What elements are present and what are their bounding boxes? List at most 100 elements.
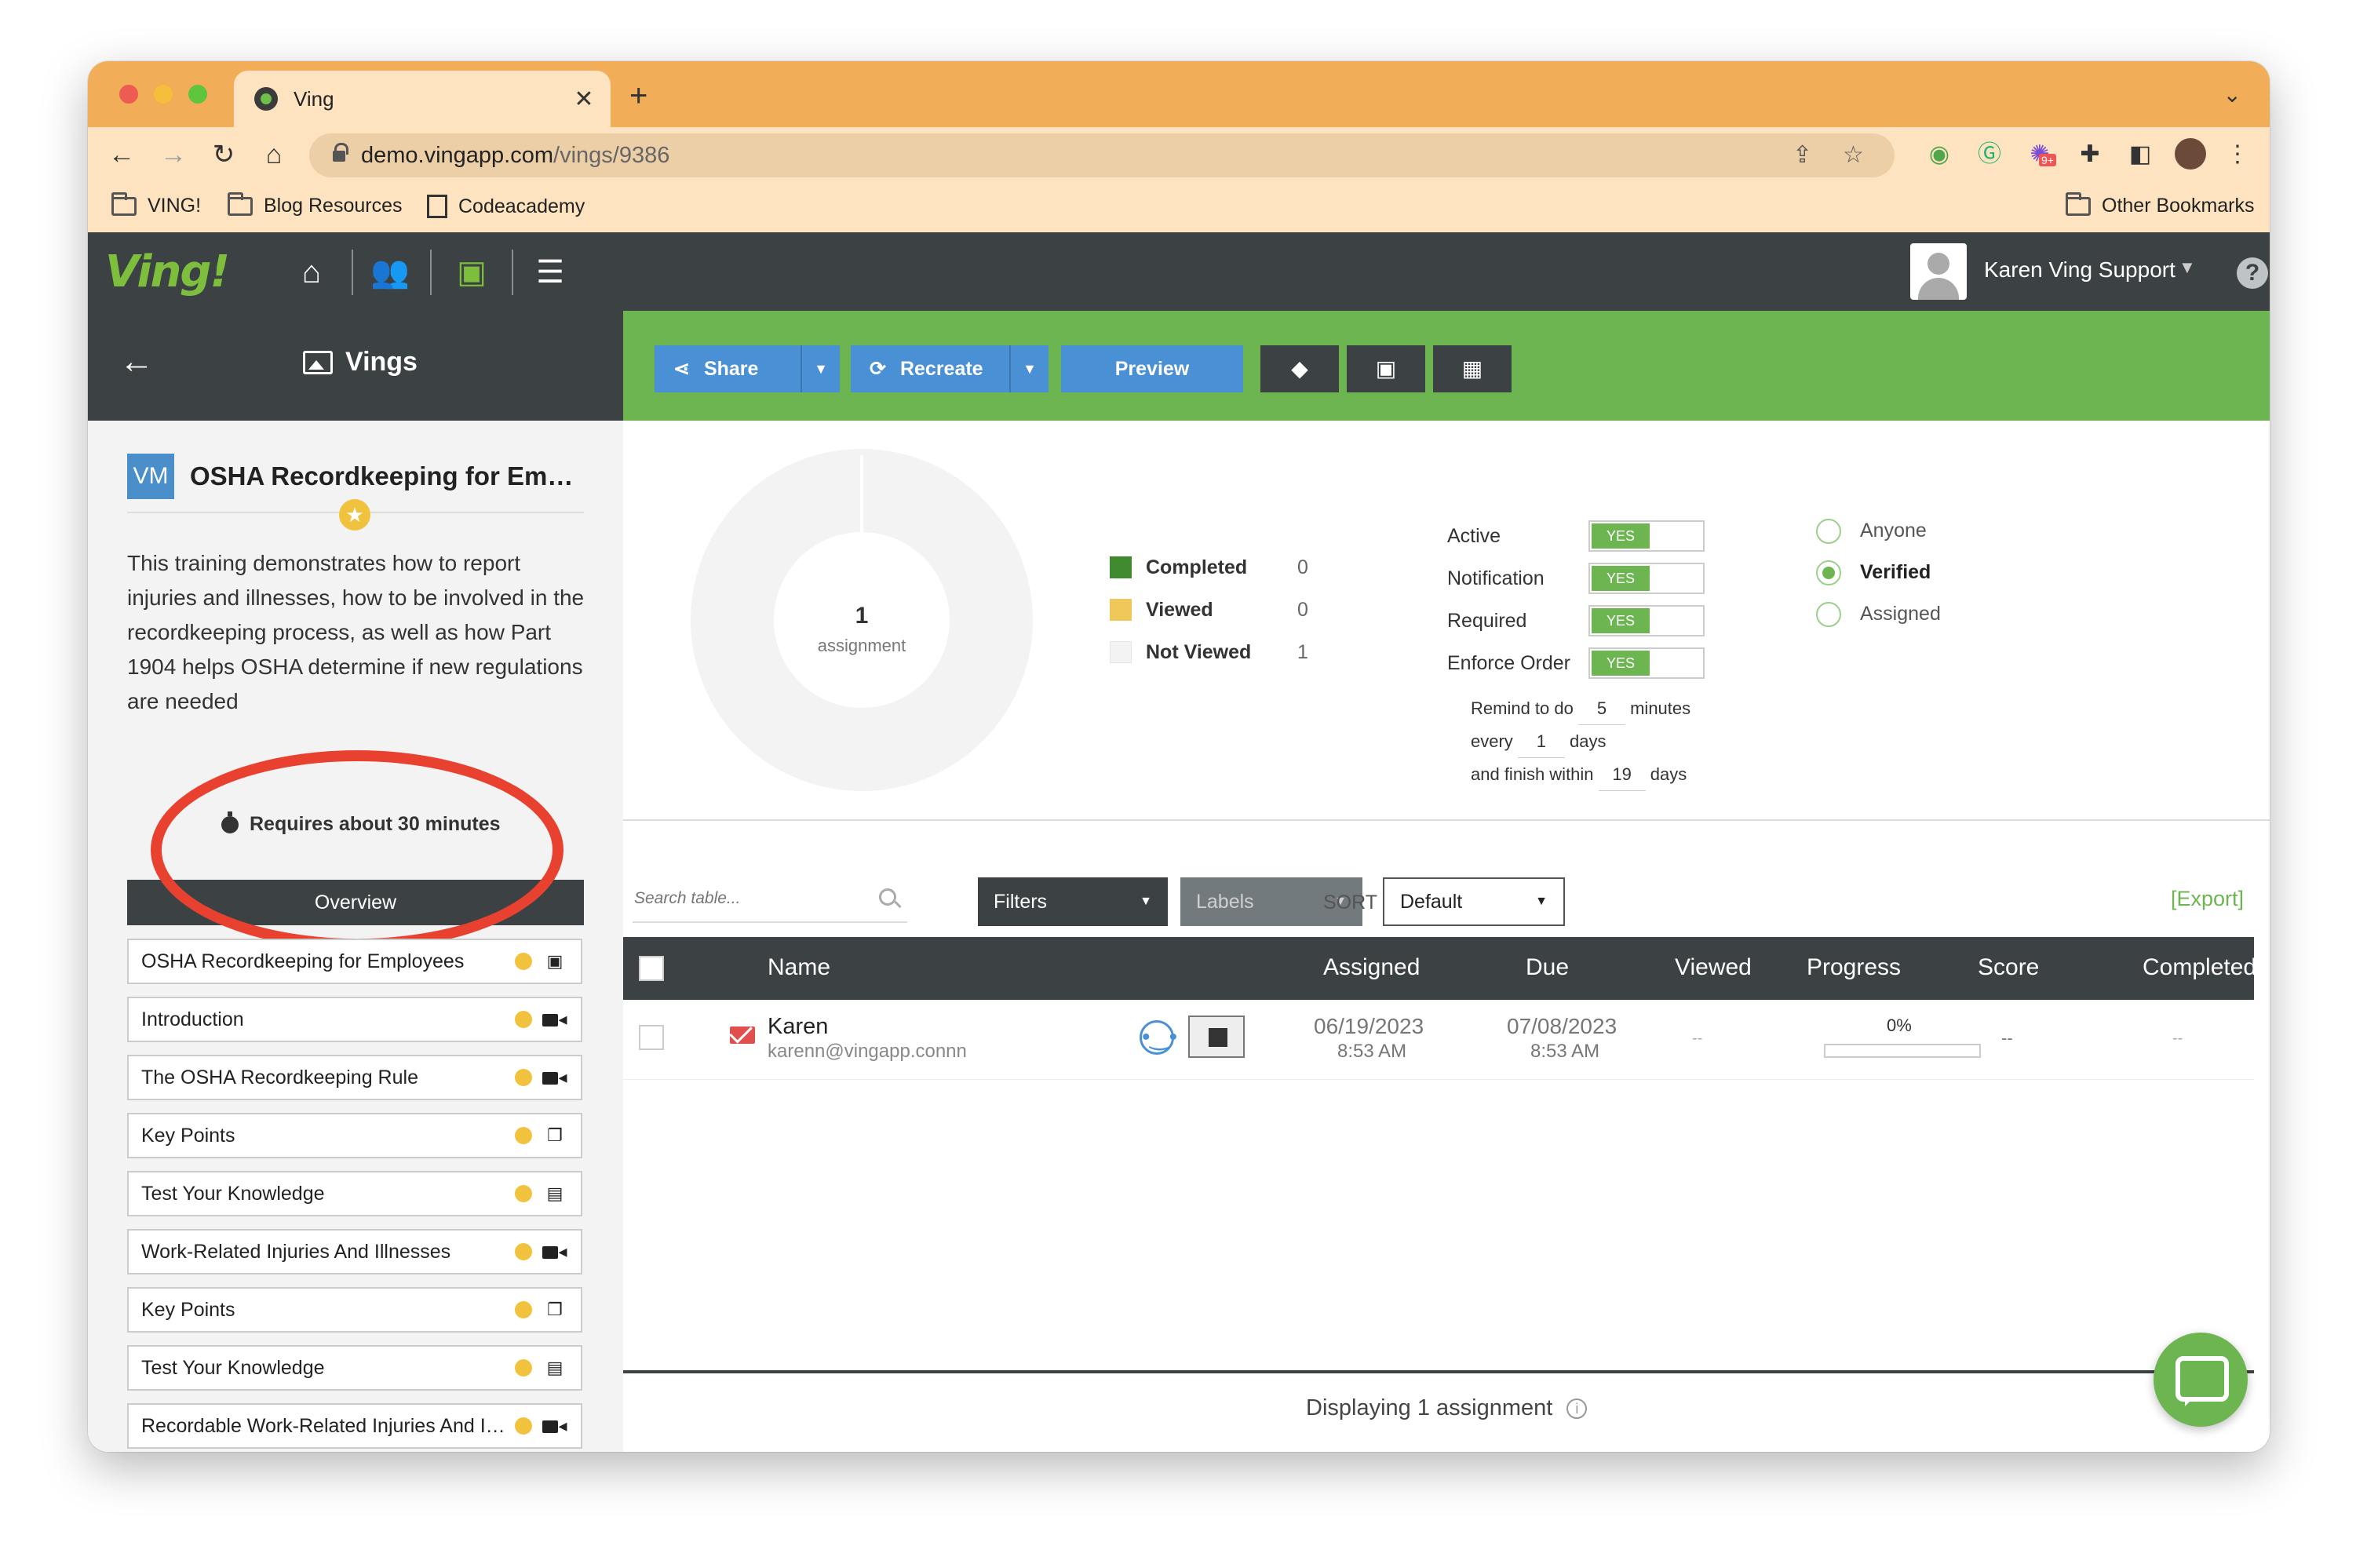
user-name[interactable]: Karen Ving Support xyxy=(1984,257,2175,283)
ving-logo[interactable]: Ving! xyxy=(105,246,230,297)
setting-notification: Notification YES xyxy=(1447,557,1705,600)
bookmark-blog-resources[interactable]: Blog Resources xyxy=(228,191,402,217)
column-header-completed[interactable]: Completed xyxy=(2143,954,2256,981)
section-item[interactable]: The OSHA Recordkeeping Rule ◂ xyxy=(127,1055,582,1100)
section-item[interactable]: Test Your Knowledge ▤ xyxy=(127,1171,582,1216)
active-toggle[interactable]: YES xyxy=(1588,520,1705,552)
column-header-progress[interactable]: Progress xyxy=(1807,954,1901,981)
extension-badge-icon[interactable]: ✺9+ xyxy=(2023,138,2056,171)
side-panel-icon[interactable]: ◧ xyxy=(2124,138,2157,171)
maximize-window-button[interactable] xyxy=(188,85,207,104)
chrome-menu-icon[interactable]: ⋮ xyxy=(2221,138,2254,171)
column-header-score[interactable]: Score xyxy=(1978,954,2039,981)
search-input[interactable] xyxy=(633,879,868,918)
user-menu-caret-icon[interactable]: ▼ xyxy=(2179,257,2196,278)
enforce-order-toggle[interactable]: YES xyxy=(1588,647,1705,679)
bookmark-ving[interactable]: VING! xyxy=(111,191,201,217)
recreate-button[interactable]: ⟳ Recreate ▼ xyxy=(851,345,1049,392)
bookmark-other[interactable]: Other Bookmarks xyxy=(2066,191,2255,217)
radio-verified[interactable]: Verified xyxy=(1816,552,1941,593)
row-checkbox[interactable] xyxy=(639,1025,664,1050)
filters-dropdown[interactable]: Filters ▼ xyxy=(978,877,1168,926)
column-header-name[interactable]: Name xyxy=(768,954,830,981)
neutral-face-icon[interactable]: •‿• xyxy=(1140,1020,1177,1055)
section-item[interactable]: Test Your Knowledge ▤ xyxy=(127,1345,582,1391)
progress-bar xyxy=(1824,1044,1981,1058)
new-tab-button[interactable]: + xyxy=(629,78,647,114)
select-all-checkbox[interactable] xyxy=(639,956,664,981)
bookmark-codeacademy[interactable]: Codeacademy xyxy=(427,195,585,218)
radio-button[interactable] xyxy=(1816,601,1841,627)
share-dropdown-caret-icon[interactable]: ▼ xyxy=(801,345,840,392)
section-item[interactable]: OSHA Recordkeeping for Employees ▣ xyxy=(127,939,582,984)
section-item[interactable]: Recordable Work-Related Injuries And Ill… xyxy=(127,1403,582,1449)
user-avatar[interactable] xyxy=(1910,243,1967,300)
preview-button[interactable]: Preview xyxy=(1061,345,1243,392)
radio-anyone[interactable]: Anyone xyxy=(1816,510,1941,552)
legend-swatch xyxy=(1110,641,1132,663)
required-toggle[interactable]: YES xyxy=(1588,605,1705,636)
browser-tab-active[interactable]: Ving ✕ xyxy=(234,71,611,127)
archive-icon[interactable]: ▦ xyxy=(1433,345,1512,392)
close-window-button[interactable] xyxy=(119,85,138,104)
close-tab-icon[interactable]: ✕ xyxy=(568,86,600,113)
recreate-dropdown-caret-icon[interactable]: ▼ xyxy=(1009,345,1049,392)
column-header-due[interactable]: Due xyxy=(1526,954,1569,981)
table-footer-divider xyxy=(623,1370,2254,1373)
help-icon[interactable]: ? xyxy=(2237,257,2268,289)
section-item[interactable]: Work-Related Injuries And Illnesses ◂ xyxy=(127,1229,582,1274)
assigned-time: 8:53 AM xyxy=(1337,1041,1407,1062)
assignee-name[interactable]: Karen xyxy=(768,1014,828,1040)
legend-not-viewed: Not Viewed 1 xyxy=(1110,631,1318,673)
minimize-window-button[interactable] xyxy=(154,85,173,104)
ving-settings: Active YES Notification YES Required YES En… xyxy=(1447,515,1705,684)
bookmarks-bar: VING! Blog Resources Codeacademy Other B… xyxy=(88,182,2270,232)
chevron-down-icon: ▼ xyxy=(1140,895,1152,908)
people-icon[interactable]: 👥 xyxy=(367,250,413,295)
home-icon[interactable]: ⌂ xyxy=(289,250,334,295)
chat-support-button[interactable] xyxy=(2154,1333,2248,1427)
reload-icon[interactable]: ↻ xyxy=(206,137,242,173)
extension-owl-icon[interactable]: ◉ xyxy=(1923,138,1956,171)
share-button[interactable]: ⋖ Share ▼ xyxy=(655,345,840,392)
back-arrow-icon[interactable]: ← xyxy=(104,137,140,173)
home-icon[interactable]: ⌂ xyxy=(256,137,292,173)
forward-arrow-icon[interactable]: → xyxy=(155,137,191,173)
section-item[interactable]: Key Points ❐ xyxy=(127,1287,582,1333)
column-header-assigned[interactable]: Assigned xyxy=(1323,954,1420,981)
tab-title: Ving xyxy=(294,86,334,111)
divider xyxy=(512,250,513,295)
extensions-puzzle-icon[interactable]: ✚ xyxy=(2073,138,2106,171)
section-item[interactable]: Introduction ◂ xyxy=(127,997,582,1042)
export-link[interactable]: [Export] xyxy=(2171,887,2244,911)
radio-assigned[interactable]: Assigned xyxy=(1816,593,1941,635)
grammarly-icon[interactable]: Ⓖ xyxy=(1973,138,2006,171)
table-row[interactable]: Karen karenn@vingapp.connn •‿• 06/19/202… xyxy=(623,1000,2254,1080)
due-time: 8:53 AM xyxy=(1530,1041,1600,1062)
address-bar[interactable]: demo.vingapp.com/vings/9386 ⇪ ☆ xyxy=(309,133,1895,177)
remind-every-days-input[interactable]: 1 xyxy=(1517,725,1565,758)
gallery-icon[interactable]: ▣ xyxy=(449,250,494,295)
url-text[interactable]: demo.vingapp.com/vings/9386 xyxy=(361,143,669,169)
checklist-icon[interactable]: ☰ xyxy=(527,250,573,295)
bookmark-star-icon[interactable]: ☆ xyxy=(1843,141,1864,169)
section-item[interactable]: Key Points ❐ xyxy=(127,1113,582,1158)
finish-within-days-input[interactable]: 19 xyxy=(1598,758,1646,791)
radio-button-selected[interactable] xyxy=(1816,560,1841,585)
tab-search-chevron-icon[interactable]: ⌄ xyxy=(2223,82,2241,108)
radio-button[interactable] xyxy=(1816,518,1841,544)
tag-icon[interactable]: ◆ xyxy=(1260,345,1339,392)
bar-chart-icon[interactable] xyxy=(1188,1016,1245,1058)
search-icon[interactable] xyxy=(879,888,896,906)
remind-minutes-input[interactable]: 5 xyxy=(1577,692,1625,725)
back-arrow-icon[interactable]: ← xyxy=(119,342,154,381)
star-icon xyxy=(515,1301,532,1318)
assignment-donut-chart: 1 assignment xyxy=(691,449,1033,791)
profile-avatar[interactable] xyxy=(2174,138,2207,171)
column-header-viewed[interactable]: Viewed xyxy=(1675,954,1752,981)
contact-card-icon[interactable]: ▣ xyxy=(1347,345,1425,392)
share-page-icon[interactable]: ⇪ xyxy=(1793,141,1812,169)
notification-toggle[interactable]: YES xyxy=(1588,563,1705,594)
sort-select[interactable]: Default ▼ xyxy=(1383,877,1565,926)
info-icon[interactable]: i xyxy=(1566,1398,1588,1419)
